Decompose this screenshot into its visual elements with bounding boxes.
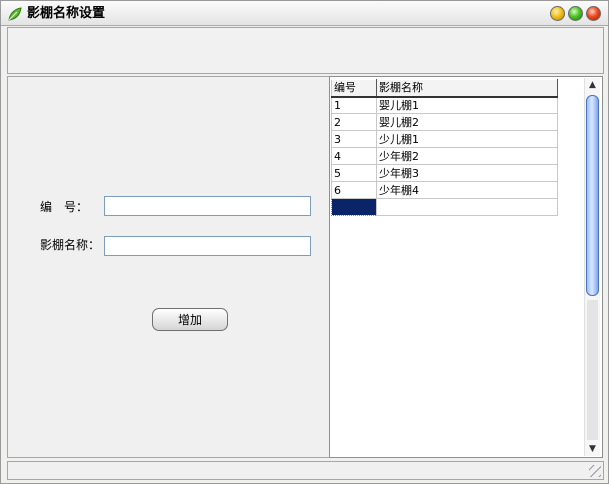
cell-id[interactable]: 5 [331, 164, 377, 182]
cell-name[interactable]: 少年棚2 [376, 147, 558, 165]
cell-name[interactable]: 少年棚3 [376, 164, 558, 182]
studio-name-input[interactable] [104, 236, 311, 256]
table-row[interactable]: 5 少年棚3 [331, 164, 558, 182]
cell-name[interactable]: 少年棚4 [376, 181, 558, 199]
vertical-scrollbar[interactable]: ▲ ▼ [584, 78, 600, 456]
table-row[interactable]: 1 婴儿棚1 [331, 96, 558, 114]
table-row[interactable]: 2 婴儿棚2 [331, 113, 558, 131]
form-panel: 编 号： 影棚名称： 增加 [7, 76, 329, 458]
status-bar [7, 461, 604, 480]
cell-id[interactable]: 1 [331, 96, 377, 114]
cell-id[interactable]: 4 [331, 147, 377, 165]
minimize-button[interactable] [550, 6, 565, 21]
table-row[interactable]: 4 少年棚2 [331, 147, 558, 165]
add-button[interactable]: 增加 [152, 308, 228, 331]
new-row[interactable] [331, 198, 558, 216]
id-label: 编 号： [40, 200, 89, 214]
close-button[interactable] [586, 6, 601, 21]
table-row[interactable]: 6 少年棚4 [331, 181, 558, 199]
resize-grip-icon[interactable] [589, 465, 601, 477]
title-bar[interactable]: 影棚名称设置 [1, 1, 608, 26]
cell-name[interactable]: 少儿棚1 [376, 130, 558, 148]
scroll-up-arrow-icon[interactable]: ▲ [585, 78, 600, 92]
window-title: 影棚名称设置 [27, 6, 106, 21]
new-row-name-cell[interactable] [376, 198, 558, 216]
top-panel [7, 27, 604, 74]
selected-new-cell[interactable] [331, 198, 377, 216]
cell-name[interactable]: 婴儿棚2 [376, 113, 558, 131]
column-header-id[interactable]: 编号 [331, 79, 377, 98]
scroll-track[interactable] [587, 300, 598, 440]
main-window: 影棚名称设置 编 号： 影棚名称： 增加 编号 影棚名称 1 婴儿棚1 2 婴儿… [0, 0, 609, 484]
column-header-name[interactable]: 影棚名称 [376, 79, 558, 98]
cell-id[interactable]: 2 [331, 113, 377, 131]
studio-name-label: 影棚名称： [40, 238, 101, 252]
scroll-thumb[interactable] [586, 95, 599, 296]
table-row[interactable]: 3 少儿棚1 [331, 130, 558, 148]
cell-id[interactable]: 6 [331, 181, 377, 199]
cell-name[interactable]: 婴儿棚1 [376, 96, 558, 114]
grid-header-row: 编号 影棚名称 [331, 79, 558, 98]
scroll-down-arrow-icon[interactable]: ▼ [585, 442, 600, 456]
cell-id[interactable]: 3 [331, 130, 377, 148]
studio-grid: 编号 影棚名称 1 婴儿棚1 2 婴儿棚2 3 少儿棚1 4 少年棚2 5 少年… [331, 79, 558, 216]
id-input[interactable] [104, 196, 311, 216]
studio-grid-panel: 编号 影棚名称 1 婴儿棚1 2 婴儿棚2 3 少儿棚1 4 少年棚2 5 少年… [329, 76, 603, 458]
leaf-app-icon [8, 7, 22, 21]
maximize-button[interactable] [568, 6, 583, 21]
